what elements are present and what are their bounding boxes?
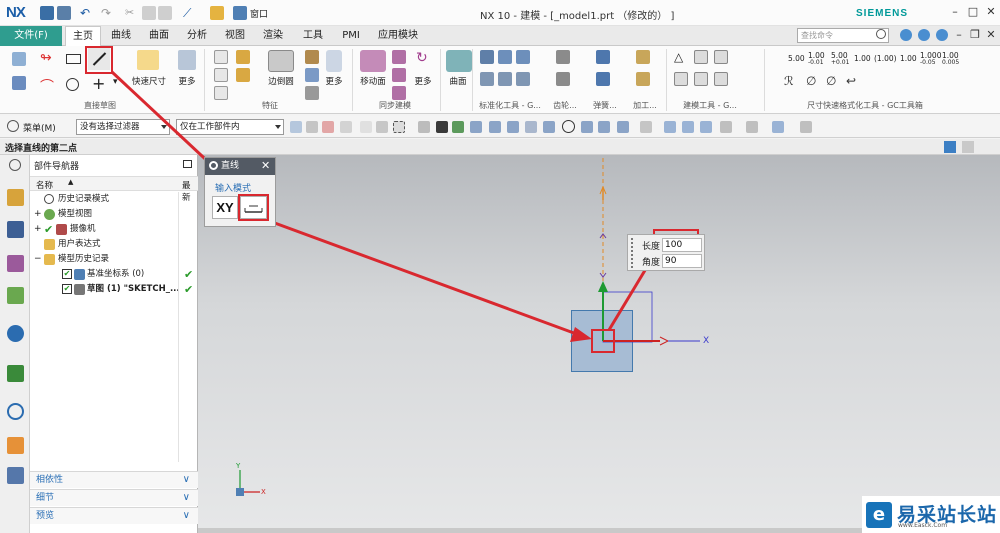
input-mode-section[interactable]: 输入模式 <box>215 181 251 194</box>
annotation-param-box <box>238 194 269 221</box>
watermark-url: www.Easck.Com <box>898 522 948 529</box>
dialog-close-icon[interactable]: ✕ <box>261 159 270 172</box>
x-axis-arrowhead <box>659 336 670 346</box>
triad-origin <box>236 488 244 496</box>
annotation-arrowhead-2 <box>570 327 592 342</box>
annotation-overlay <box>110 70 700 496</box>
y-axis-arrowhead <box>598 281 608 292</box>
triad-x-label: X <box>261 488 266 496</box>
coordinate-mode-button[interactable]: XY <box>212 196 238 219</box>
watermark-logo: e <box>866 502 892 528</box>
annotation-arrow-3 <box>607 261 652 331</box>
bottom-strip <box>198 528 862 533</box>
dialog-title: 直线 <box>221 161 240 171</box>
x-axis-label: X <box>703 336 710 346</box>
line-dialog: 直线 ✕ 输入模式 XY <box>204 157 276 227</box>
annotation-arrow-2 <box>271 220 583 338</box>
angle-input[interactable]: 90 <box>662 254 702 268</box>
dialog-settings-icon[interactable] <box>209 161 218 170</box>
drag-handle[interactable] <box>631 238 633 268</box>
onscreen-input: 长度 100 角度 90 <box>627 234 705 271</box>
length-input[interactable]: 100 <box>662 238 702 252</box>
triad-y-label: Y <box>236 462 241 470</box>
angle-label: 角度 <box>642 258 661 268</box>
length-label: 长度 <box>642 242 661 252</box>
